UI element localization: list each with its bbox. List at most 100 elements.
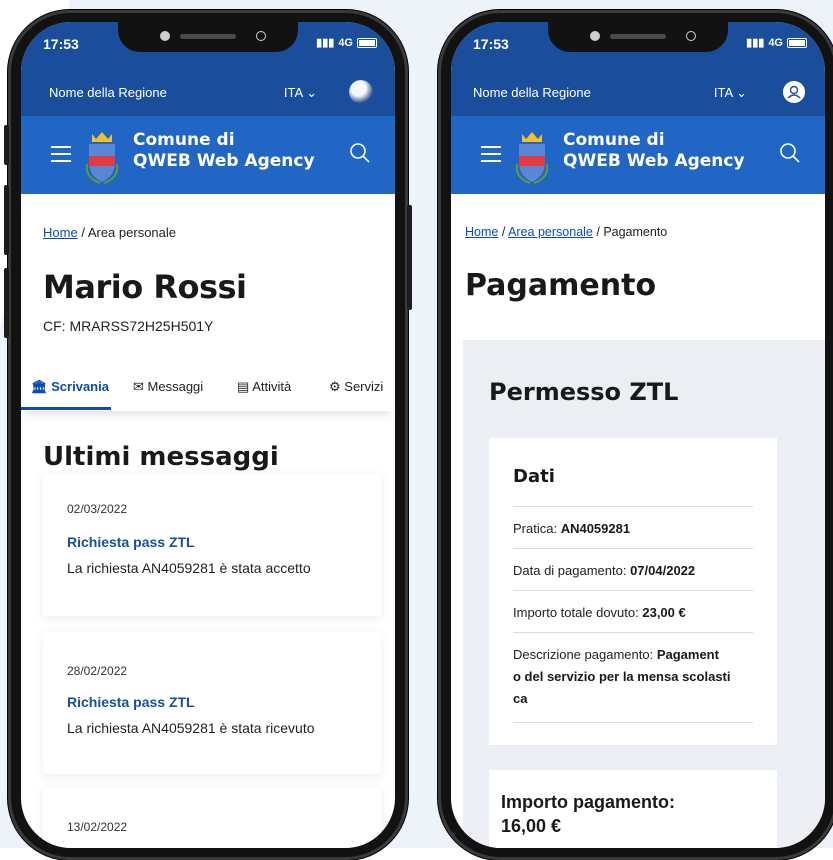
divider (513, 722, 753, 723)
language-select[interactable]: ITA ⌄ (714, 85, 747, 101)
left-phone: 17:53 ▮▮▮ 4G Nome della Regione ITA ⌄ Co… (4, 10, 412, 860)
message-date: 02/03/2022 (67, 502, 128, 516)
language-label: ITA (713, 85, 733, 100)
crest-logo (515, 132, 549, 184)
search-icon[interactable] (349, 142, 371, 164)
chevron-down-icon: ⌄ (306, 85, 317, 100)
battery-icon (357, 37, 377, 48)
message-date: 28/02/2022 (67, 664, 128, 678)
breadcrumb: Home / Area personale / Pagamento (465, 225, 667, 239)
breadcrumb-area[interactable]: Area personale (508, 225, 593, 239)
status-time: 17:53 (43, 36, 79, 52)
top-bar: Nome della Regione ITA ⌄ (451, 70, 825, 116)
site-title[interactable]: Comune di QWEB Web Agency (563, 130, 745, 172)
site-title-line1: Comune di (133, 130, 235, 150)
hamburger-menu-icon[interactable] (51, 146, 71, 167)
fiscal-code: CF: MRARSS72H25H501Y (43, 318, 214, 334)
right-screen: 17:53 ▮▮▮ 4G Nome della Regione ITA ⌄ Co… (451, 22, 825, 848)
message-subject[interactable]: Richiesta pass ZTL (67, 694, 195, 710)
divider (513, 590, 753, 591)
pratica-value: AN4059281 (560, 521, 631, 536)
importo-pagamento: Importo pagamento: 16,00 € (501, 790, 675, 838)
breadcrumb-current: Pagamento (603, 225, 668, 239)
site-title-line1: Comune di (563, 130, 665, 150)
user-icon[interactable] (783, 81, 805, 103)
descrizione-row: Descrizione pagamento: Pagament o del se… (513, 644, 753, 710)
site-header: Comune di QWEB Web Agency (21, 116, 395, 194)
region-link[interactable]: Nome della Regione (49, 85, 167, 100)
tab-servizi[interactable]: ⚙︎ Servizi (329, 379, 383, 395)
search-icon[interactable] (779, 142, 801, 164)
breadcrumb: Home / Area personale (43, 225, 176, 240)
bank-icon: 🏛︎ (31, 379, 48, 394)
divider (513, 548, 753, 549)
data-value: 07/04/2022 (630, 563, 696, 578)
chevron-down-icon: ⌄ (736, 85, 747, 100)
signal-label: 4G (768, 36, 783, 49)
page-title: Mario Rossi (43, 268, 247, 306)
top-bar: Nome della Regione ITA ⌄ (21, 70, 395, 116)
importo-pagamento-label: Importo pagamento: (501, 792, 675, 812)
notch (118, 22, 298, 52)
tab-label: Scrivania (51, 379, 109, 394)
site-title-line2: QWEB Web Agency (133, 151, 315, 171)
section-title: Ultimi messaggi (43, 442, 279, 472)
status-icons: ▮▮▮ 4G (316, 36, 377, 49)
message-card[interactable]: 28/02/2022 Richiesta pass ZTL La richies… (43, 632, 381, 774)
message-date: 13/02/2022 (67, 820, 128, 834)
tab-scrivania[interactable]: 🏛︎ Scrivania (31, 379, 109, 395)
tab-attivita[interactable]: ▤ Attività (237, 379, 291, 395)
language-select[interactable]: ITA ⌄ (284, 85, 317, 101)
descrizione-value-cont: o del servizio per la mensa scolasti (513, 669, 731, 684)
divider (513, 506, 753, 507)
tab-label: Attività (252, 379, 292, 394)
payment-panel: Permesso ZTL Dati Pratica: AN4059281 Dat… (463, 340, 825, 848)
left-screen: 17:53 ▮▮▮ 4G Nome della Regione ITA ⌄ Co… (21, 22, 395, 848)
breadcrumb-home[interactable]: Home (43, 225, 78, 240)
tab-bar: 🏛︎ Scrivania ✉︎ Messaggi ▤ Attività ⚙︎ S… (21, 367, 395, 411)
breadcrumb-home[interactable]: Home (465, 225, 498, 239)
signal-label: 4G (338, 36, 353, 49)
status-icons: ▮▮▮ 4G (746, 36, 807, 49)
avatar[interactable] (349, 80, 373, 104)
site-header: Comune di QWEB Web Agency (451, 116, 825, 194)
message-subject[interactable]: Richiesta pass ZTL (67, 534, 195, 550)
importo-row: Importo totale dovuto: 23,00 € (513, 602, 753, 624)
region-link[interactable]: Nome della Regione (473, 85, 591, 100)
descrizione-value-end: ca (513, 691, 528, 706)
descrizione-value: Pagament (656, 647, 719, 662)
right-phone: 17:53 ▮▮▮ 4G Nome della Regione ITA ⌄ Co… (438, 10, 833, 860)
dati-title: Dati (513, 466, 555, 487)
dati-card: Dati Pratica: AN4059281 Data di pagament… (489, 438, 777, 745)
data-label: Data di pagamento: (513, 563, 631, 578)
data-pagamento-row: Data di pagamento: 07/04/2022 (513, 560, 753, 582)
page-title: Pagamento (465, 268, 657, 303)
calendar-icon: ▤ (237, 379, 250, 394)
battery-icon (787, 37, 807, 48)
message-text: La richiesta AN4059281 è stata accetto (67, 560, 311, 576)
message-card[interactable]: 13/02/2022 (43, 788, 381, 848)
message-card[interactable]: 02/03/2022 Richiesta pass ZTL La richies… (43, 474, 381, 616)
importo-pagamento-value: 16,00 € (501, 816, 562, 836)
importo-pagamento-card: Importo pagamento: 16,00 € (489, 770, 777, 848)
gear-icon: ⚙︎ (329, 379, 341, 394)
active-tab-indicator (21, 407, 111, 410)
mail-icon: ✉︎ (133, 379, 144, 394)
message-text: La richiesta AN4059281 è stata ricevuto (67, 720, 315, 736)
importo-label: Importo totale dovuto: (513, 605, 643, 620)
site-title[interactable]: Comune di QWEB Web Agency (133, 130, 315, 172)
language-label: ITA (283, 85, 303, 100)
pratica-label: Pratica: (513, 521, 561, 536)
panel-title: Permesso ZTL (489, 378, 679, 406)
status-time: 17:53 (473, 36, 509, 52)
tab-messaggi[interactable]: ✉︎ Messaggi (133, 379, 203, 395)
descrizione-label: Descrizione pagamento: (513, 647, 657, 662)
divider (513, 632, 753, 633)
pratica-row: Pratica: AN4059281 (513, 518, 753, 540)
site-title-line2: QWEB Web Agency (563, 151, 745, 171)
notch (548, 22, 728, 52)
importo-value: 23,00 € (642, 605, 686, 620)
hamburger-menu-icon[interactable] (481, 146, 501, 167)
tab-label: Servizi (344, 379, 384, 394)
crest-logo (85, 132, 119, 184)
